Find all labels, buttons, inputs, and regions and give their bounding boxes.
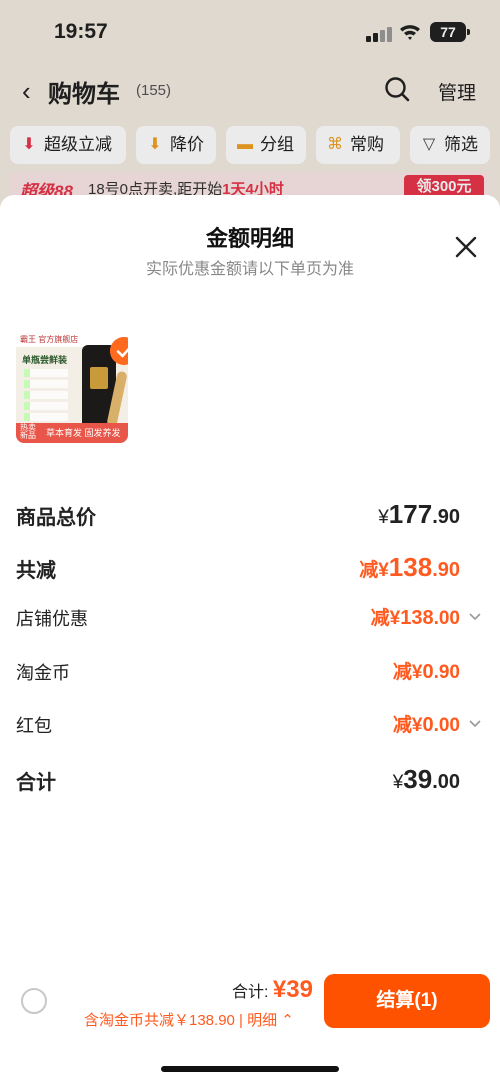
product-thumbnail[interactable]: 霸王 官方旗舰店 单瓶尝鲜装 热卖新品 草本育发 固发养发: [16, 331, 128, 443]
checkout-button[interactable]: 结算(1): [324, 974, 490, 1028]
savings-detail-link[interactable]: 含淘金币共减￥138.90 | 明细 ⌃: [84, 1009, 294, 1030]
chevron-up-icon: ⌃: [281, 1012, 294, 1029]
row-subtotal: 商品总价 ¥177.90: [16, 497, 484, 529]
row-label: 红包: [16, 716, 52, 736]
amount-detail-sheet: 金额明细 实际优惠金额请以下单页为准 霸王 官方旗舰店 单瓶尝鲜装 热卖新品 草…: [0, 195, 500, 1082]
row-value: 减¥0.90: [392, 661, 460, 683]
row-label: 淘金币: [16, 663, 70, 683]
total-price: 合计: ¥39: [232, 976, 313, 1003]
row-value: ¥177.90: [378, 499, 460, 529]
close-icon[interactable]: [452, 233, 480, 261]
row-label: 店铺优惠: [16, 609, 88, 629]
chevron-down-icon[interactable]: [468, 716, 482, 730]
row-red-packet[interactable]: 红包 减¥0.00: [16, 708, 484, 740]
row-total: 合计 ¥39.00: [16, 762, 484, 794]
product-slogan: 草本育发 固发养发: [46, 428, 121, 438]
row-value: ¥39.00: [392, 764, 460, 794]
overlay-dim: [0, 0, 500, 215]
product-brand: 霸王 官方旗舰店: [20, 335, 79, 344]
row-label: 合计: [16, 772, 56, 794]
select-all-radio[interactable]: [21, 988, 47, 1014]
chevron-down-icon[interactable]: [468, 609, 482, 623]
checkout-bar: 合计: ¥39 含淘金币共减￥138.90 | 明细 ⌃ 结算(1): [0, 960, 500, 1040]
row-taojinbi: 淘金币 减¥0.90: [16, 655, 484, 687]
hot-tag: 热卖新品: [20, 423, 36, 440]
row-store-discount[interactable]: 店铺优惠 减¥138.00: [16, 601, 484, 633]
row-value: 减¥0.00: [392, 714, 460, 736]
product-heading: 单瓶尝鲜装: [22, 355, 68, 365]
sheet-title: 金额明细: [205, 226, 294, 251]
sheet-subtitle: 实际优惠金额请以下单页为准: [145, 261, 354, 278]
row-value: 减¥138.90: [359, 552, 460, 582]
row-label: 商品总价: [16, 507, 96, 529]
row-value: 减¥138.00: [370, 607, 460, 629]
home-indicator: [161, 1066, 339, 1072]
row-label: 共减: [16, 560, 56, 582]
product-features: [24, 369, 68, 424]
row-total-discount: 共减 减¥138.90: [16, 550, 484, 582]
